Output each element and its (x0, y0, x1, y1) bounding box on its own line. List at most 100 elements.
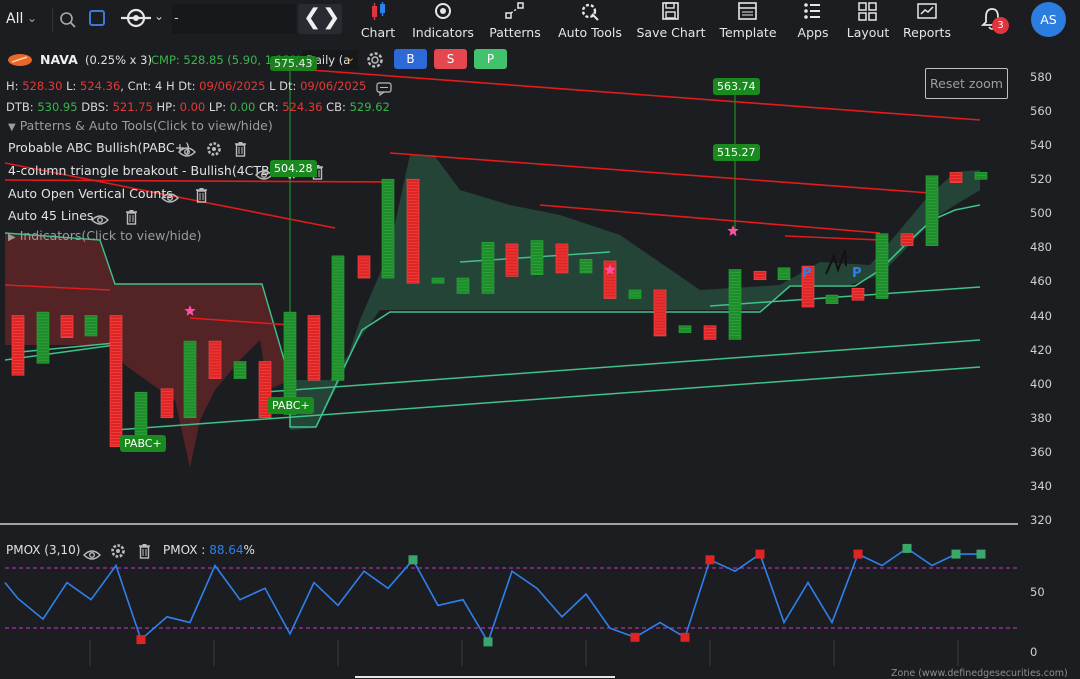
symbol-multiplier: (0.25% x 3) (85, 53, 152, 67)
resistance-trendline (784, 235, 881, 241)
bullish-bar (678, 325, 692, 333)
bullish-bar (481, 241, 495, 294)
bearish-bar (109, 315, 123, 448)
trash-icon[interactable] (195, 187, 208, 207)
pattern-item-45-lines[interactable]: Auto 45 Lines (8, 208, 93, 223)
bearish-bar (160, 388, 174, 419)
caret-right-icon: ▶ (8, 232, 16, 243)
sell-button[interactable]: S (434, 49, 467, 69)
pmox-signal-marker (680, 632, 690, 642)
y-tick-label: 400 (1030, 376, 1052, 391)
pmox-signal-marker (483, 637, 493, 647)
pmox-signal-marker (408, 555, 418, 565)
pabc-label: PABC+ (268, 397, 314, 414)
vertical-count-target-1: 563.74 (713, 78, 760, 95)
y-tick-label: 540 (1030, 138, 1052, 153)
eye-icon[interactable] (83, 546, 101, 565)
bearish-bar (505, 243, 519, 277)
pattern-item-4ctb[interactable]: 4-column triangle breakout - Bullish(4CT… (8, 163, 285, 178)
bullish-bar (431, 277, 445, 284)
bullish-bar (728, 269, 742, 340)
bullish-bar (825, 294, 839, 304)
bullish-bar (875, 233, 889, 299)
pmox-axis-50: 50 (1030, 585, 1045, 599)
chevron-down-icon: ⌄ (346, 51, 356, 64)
bullish-bar (579, 259, 593, 274)
patterns-toggle[interactable]: ▼ Patterns & Auto Tools(Click to view/hi… (8, 118, 273, 133)
bearish-bar (307, 315, 321, 381)
star-marker (727, 225, 739, 236)
bullish-bar (628, 289, 642, 299)
trash-icon[interactable] (234, 141, 247, 161)
bearish-bar (555, 243, 569, 274)
y-tick-label: 580 (1030, 70, 1052, 84)
y-tick-label: 480 (1030, 240, 1052, 255)
y-tick-label: 560 (1030, 104, 1052, 119)
resistance-trendline (389, 152, 931, 194)
bullish-bar (331, 255, 345, 381)
pmox-signal-marker (705, 555, 715, 565)
pattern-item-vertical-counts[interactable]: Auto Open Vertical Counts (8, 186, 173, 201)
p-button[interactable]: P (474, 49, 507, 69)
vertical-count-target-2: 515.27 (713, 144, 760, 161)
pmox-signal-marker (136, 635, 146, 645)
y-tick-label: 360 (1030, 444, 1052, 459)
bullish-bar (925, 175, 939, 246)
bearish-bar (208, 340, 222, 379)
pmox-signal-marker (976, 549, 986, 559)
indicators-toggle[interactable]: ▶ Indicators(Click to view/hide) (8, 228, 202, 243)
chat-icon[interactable] (376, 81, 392, 97)
symbol-logo-icon (7, 52, 33, 66)
y-tick-label: 500 (1030, 206, 1052, 221)
gear-icon[interactable] (206, 141, 222, 161)
y-tick-label: 320 (1030, 513, 1052, 527)
bullish-bar (456, 277, 470, 294)
trash-icon[interactable] (138, 543, 151, 563)
trash-icon[interactable] (125, 209, 138, 229)
bearish-bar (60, 315, 74, 338)
caret-down-icon: ▼ (8, 122, 16, 133)
bullish-bar (233, 361, 247, 379)
pabc-label: PABC+ (120, 435, 166, 452)
resistance-trendline (4, 179, 386, 183)
bullish-bar (36, 311, 50, 364)
p-marker: P (802, 266, 812, 281)
pmox-signal-marker (951, 549, 961, 559)
y-tick-label: 520 (1030, 172, 1052, 187)
bearish-bar (753, 270, 767, 281)
bullish-bar (530, 240, 544, 275)
eye-icon[interactable] (178, 143, 196, 162)
footer-credit: Zone (www.definedgesecurities.com) (891, 668, 1068, 679)
ohlc-row-2: DTB: 530.95 DBS: 521.75 HP: 0.00 LP: 0.0… (6, 100, 390, 114)
y-tick-label: 440 (1030, 308, 1052, 323)
y-tick-label: 420 (1030, 342, 1052, 357)
pmox-signal-marker (853, 549, 863, 559)
reset-zoom-button[interactable]: Reset zoom (925, 68, 1008, 99)
gear-icon[interactable] (110, 543, 126, 563)
bullish-bar (183, 340, 197, 419)
ohlc-row-1: H: 528.30 L: 524.36, Cnt: 4 H Dt: 09/06/… (6, 79, 367, 93)
bearish-bar (949, 172, 963, 183)
bearish-bar (703, 325, 717, 340)
y-tick-label: 380 (1030, 410, 1052, 425)
bearish-bar (406, 178, 420, 284)
pmox-value-row: PMOX : 88.64% (163, 543, 255, 557)
pmox-signal-marker (630, 632, 640, 642)
pmox-signal-marker (902, 543, 912, 553)
pmox-axis-0: 0 (1030, 645, 1038, 659)
pattern-item-pabc[interactable]: Probable ABC Bullish(PABC+) (8, 140, 190, 155)
bullish-bar (974, 172, 988, 180)
count-tag-mid-clipped: 504.28 (270, 160, 317, 177)
symbol-name[interactable]: NAVA (40, 52, 78, 67)
buy-button[interactable]: B (394, 49, 427, 69)
support-trendline (264, 339, 981, 393)
eye-icon[interactable] (161, 189, 179, 208)
pmox-signal-marker (755, 549, 765, 559)
y-tick-label: 460 (1030, 274, 1052, 289)
y-tick-label: 340 (1030, 478, 1052, 493)
p-marker: P (852, 266, 862, 281)
chart-settings-gear-icon[interactable] (366, 51, 384, 69)
pmox-label[interactable]: PMOX (3,10) (6, 543, 80, 557)
count-tag-top-clipped: 575.43 (270, 56, 317, 71)
bearish-bar (357, 255, 371, 279)
